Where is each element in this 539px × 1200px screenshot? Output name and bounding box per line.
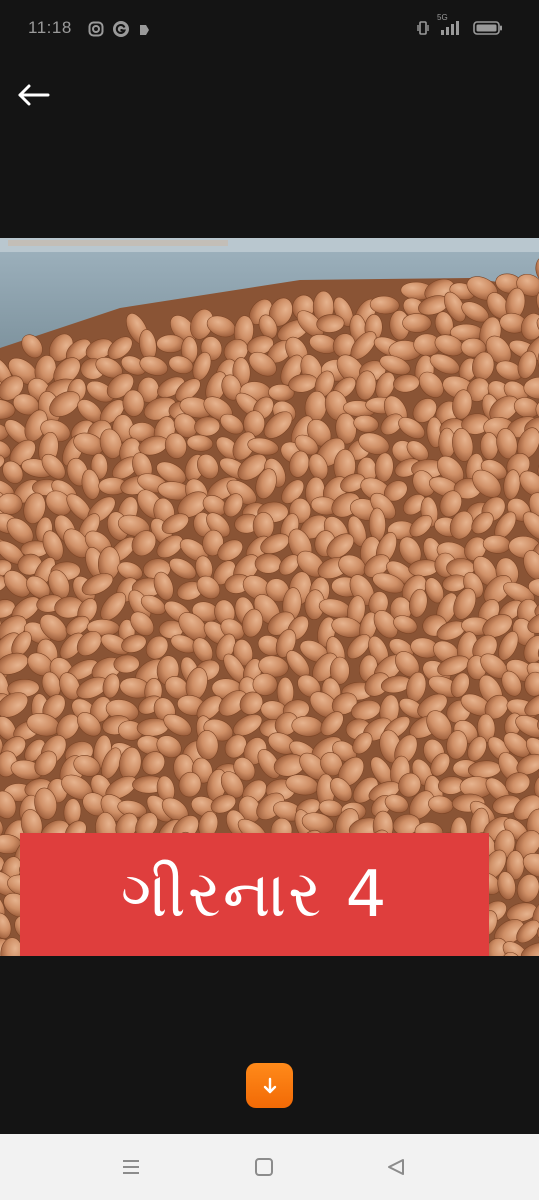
peanut-kernel — [254, 553, 282, 574]
home-square-icon — [255, 1158, 273, 1176]
status-left-icons — [88, 20, 150, 42]
peanut-kernel — [368, 507, 386, 542]
status-time: 11:18 — [28, 18, 72, 37]
peanut-kernel — [156, 334, 185, 353]
signal-icon: 5G — [437, 13, 463, 40]
product-image[interactable]: ગીરનાર 4 — [0, 238, 539, 956]
recent-apps-button[interactable] — [116, 1154, 146, 1180]
back-button[interactable] — [14, 78, 54, 114]
caption-banner: ગીરનાર 4 — [20, 833, 489, 956]
menu-icon — [123, 1160, 139, 1174]
vibrate-icon — [417, 20, 429, 40]
network-label: 5G — [437, 13, 448, 22]
status-bar: 11:18 5G — [0, 0, 539, 62]
status-right-icons: 5G — [417, 13, 503, 40]
tag-icon — [138, 22, 150, 41]
download-button[interactable] — [246, 1063, 293, 1108]
battery-icon — [473, 20, 503, 40]
arrow-down-icon — [263, 1077, 276, 1093]
peanut-kernel — [402, 313, 432, 333]
back-triangle-icon — [388, 1159, 404, 1175]
instagram-icon — [88, 21, 104, 41]
system-nav-bar — [0, 1134, 539, 1200]
peanut-kernel — [252, 511, 275, 540]
system-back-button[interactable] — [381, 1154, 411, 1180]
caption-text: ગીરનાર 4 — [120, 857, 389, 932]
arrow-left-icon — [18, 84, 50, 106]
home-button[interactable] — [249, 1154, 279, 1180]
g-icon — [112, 20, 130, 42]
